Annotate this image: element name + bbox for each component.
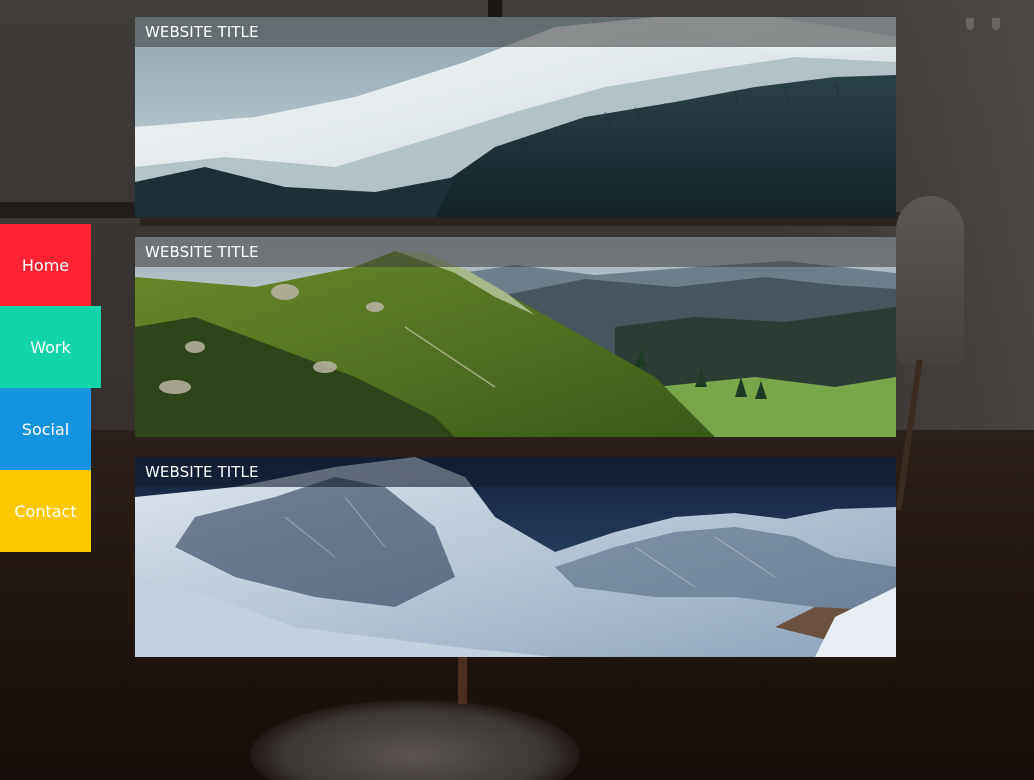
background-counter bbox=[0, 202, 140, 218]
project-card[interactable]: WEBSITE TITLE bbox=[135, 457, 896, 657]
background-chair bbox=[896, 196, 964, 366]
card-title-bar: WEBSITE TITLE bbox=[135, 457, 896, 487]
card-title: WEBSITE TITLE bbox=[145, 243, 259, 261]
background-doorframe bbox=[488, 0, 502, 18]
wall-hook-icon bbox=[992, 18, 1000, 30]
nav-social[interactable]: Social bbox=[0, 388, 91, 470]
side-navigation: Home Work Social Contact bbox=[0, 224, 101, 552]
card-title: WEBSITE TITLE bbox=[145, 463, 259, 481]
nav-contact[interactable]: Contact bbox=[0, 470, 91, 552]
card-image-snowy-mountain bbox=[135, 17, 896, 217]
card-image-snowy-peaks bbox=[135, 457, 896, 657]
nav-work[interactable]: Work bbox=[0, 306, 101, 388]
card-image-green-valley bbox=[135, 237, 896, 437]
project-card[interactable]: WEBSITE TITLE bbox=[135, 237, 896, 437]
card-title-bar: WEBSITE TITLE bbox=[135, 17, 896, 47]
background-table-leg bbox=[458, 654, 467, 704]
card-title: WEBSITE TITLE bbox=[145, 23, 259, 41]
nav-home[interactable]: Home bbox=[0, 224, 91, 306]
card-title-bar: WEBSITE TITLE bbox=[135, 237, 896, 267]
project-card[interactable]: WEBSITE TITLE bbox=[135, 17, 896, 217]
wall-hook-icon bbox=[966, 18, 974, 30]
